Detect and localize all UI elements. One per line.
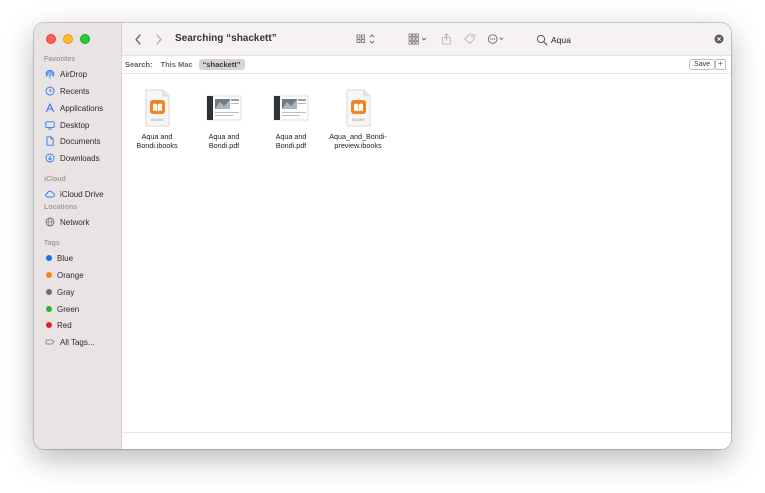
status-bar	[122, 432, 731, 449]
red-tag-icon	[46, 322, 52, 328]
add-criteria-button[interactable]: +	[715, 59, 726, 70]
applications-icon	[44, 103, 55, 114]
cloud-icon	[44, 189, 55, 200]
zoom-window-button[interactable]	[80, 34, 90, 44]
sidebar-item-label: iCloud Drive	[60, 189, 104, 199]
chevron-right-icon	[156, 33, 162, 45]
clock-icon	[44, 86, 55, 97]
finder-window: Favorites AirDrop Recents Applications D…	[34, 23, 731, 449]
sidebar-tag-green[interactable]: Green	[44, 302, 79, 316]
ibooks-file-icon: BOOKS	[145, 89, 170, 127]
sidebar-item-airdrop[interactable]: AirDrop	[44, 67, 87, 81]
search-scope-bar: Search: This Mac “shackett” Save +	[122, 56, 731, 74]
ibooks-file-icon: BOOKS	[346, 89, 371, 127]
download-icon	[44, 153, 55, 164]
sidebar-item-label: Recents	[60, 86, 90, 96]
action-menu-button[interactable]	[487, 32, 507, 46]
gray-tag-icon	[46, 289, 52, 295]
file-name: Aqua_and_Bondi- preview.ibooks	[329, 132, 387, 150]
share-button[interactable]	[441, 32, 452, 46]
sidebar-item-label: AirDrop	[60, 69, 88, 79]
share-icon	[442, 33, 451, 45]
sidebar-item-label: All Tags...	[60, 337, 95, 347]
sidebar-item-applications[interactable]: Applications	[44, 101, 103, 115]
airdrop-icon	[44, 69, 55, 80]
close-window-button[interactable]	[46, 34, 56, 44]
sidebar: Favorites AirDrop Recents Applications D…	[34, 23, 122, 449]
traffic-lights	[46, 34, 90, 44]
save-search-button[interactable]: Save	[689, 59, 715, 70]
file-name: Aqua and Bondi.pdf	[275, 132, 307, 150]
sidebar-item-label: Gray	[57, 287, 75, 297]
sidebar-item-icloud-drive[interactable]: iCloud Drive	[44, 187, 104, 201]
sidebar-item-documents[interactable]: Documents	[44, 134, 100, 148]
back-button[interactable]	[132, 32, 144, 46]
search-icon	[536, 34, 548, 46]
group-button[interactable]	[408, 32, 430, 46]
sidebar-item-all-tags[interactable]: All Tags...	[44, 335, 95, 349]
group-grid-icon	[408, 33, 427, 45]
sidebar-item-label: Network	[60, 217, 90, 227]
sidebar-tag-blue[interactable]: Blue	[44, 251, 73, 265]
document-icon	[44, 136, 55, 147]
sidebar-tag-gray[interactable]: Gray	[44, 285, 74, 299]
sidebar-tag-red[interactable]: Red	[44, 318, 72, 332]
file-name: Aqua and Bondi.pdf	[208, 132, 240, 150]
sidebar-item-label: Desktop	[60, 120, 90, 130]
view-mode-button[interactable]	[356, 32, 378, 46]
sidebar-item-label: Applications	[60, 103, 104, 113]
ellipsis-circle-icon	[488, 34, 504, 44]
file-item[interactable]: BOOKS Aqua_and_Bondi- preview.ibooks	[324, 88, 392, 150]
sidebar-header-locations: Locations	[44, 204, 78, 211]
sidebar-item-network[interactable]: Network	[44, 215, 89, 229]
minimize-window-button[interactable]	[63, 34, 73, 44]
svg-text:BOOKS: BOOKS	[151, 118, 164, 122]
file-name: Aqua and Bondi.ibooks	[136, 132, 178, 150]
orange-tag-icon	[46, 272, 52, 278]
sidebar-item-label: Blue	[57, 253, 74, 263]
tag-icon	[464, 33, 475, 45]
forward-button[interactable]	[153, 32, 165, 46]
clear-search-icon[interactable]	[714, 34, 724, 44]
pdf-file-icon	[273, 95, 309, 121]
window-title: Searching “shackett”	[175, 33, 277, 44]
sidebar-item-label: Documents	[60, 136, 101, 146]
search-field[interactable]: Aqua	[536, 31, 726, 48]
desktop-icon	[44, 120, 55, 131]
file-item[interactable]: BOOKS Aqua and Bondi.ibooks	[123, 88, 191, 150]
sidebar-item-label: Red	[57, 320, 72, 330]
sidebar-item-recents[interactable]: Recents	[44, 84, 89, 98]
scope-this-mac-button[interactable]: This Mac	[161, 60, 193, 69]
search-input[interactable]: Aqua	[551, 35, 571, 45]
file-results-area: BOOKS Aqua and Bondi.ibooks Aqua and Bon…	[122, 74, 731, 433]
globe-icon	[44, 217, 55, 228]
search-scope-label: Search:	[125, 60, 153, 69]
sidebar-header-tags: Tags	[44, 240, 60, 247]
file-item[interactable]: Aqua and Bondi.pdf	[190, 88, 258, 150]
sidebar-header-icloud: iCloud	[44, 176, 66, 183]
blue-tag-icon	[46, 255, 52, 261]
sidebar-header-favorites: Favorites	[44, 56, 76, 63]
sidebar-item-label: Green	[57, 304, 80, 314]
green-tag-icon	[46, 306, 52, 312]
pdf-file-icon	[206, 95, 242, 121]
sidebar-tag-orange[interactable]: Orange	[44, 268, 84, 282]
sidebar-item-label: Orange	[57, 270, 84, 280]
all-tags-icon	[44, 337, 55, 348]
sidebar-item-desktop[interactable]: Desktop	[44, 118, 89, 132]
toolbar: Searching “shackett” Aqua	[122, 23, 731, 56]
scope-current-folder-button[interactable]: “shackett”	[198, 59, 245, 70]
chevron-left-icon	[135, 33, 141, 45]
sidebar-item-label: Downloads	[60, 153, 100, 163]
tag-button[interactable]	[463, 32, 476, 46]
svg-text:BOOKS: BOOKS	[352, 118, 365, 122]
icon-view-icon	[356, 34, 375, 44]
sidebar-item-downloads[interactable]: Downloads	[44, 151, 100, 165]
file-item[interactable]: Aqua and Bondi.pdf	[257, 88, 325, 150]
